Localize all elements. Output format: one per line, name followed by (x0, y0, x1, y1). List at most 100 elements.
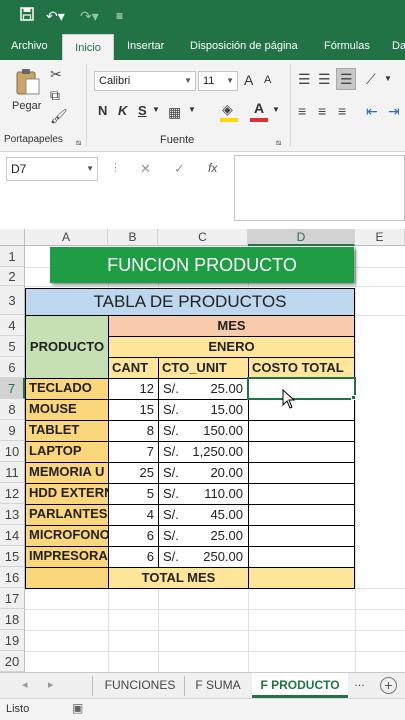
cell-costo-total[interactable] (248, 546, 355, 568)
cell-cant[interactable]: 25 (108, 462, 159, 484)
worksheet-grid[interactable]: A B C D E 1 2 3 4 5 6 7 8 9 10 11 12 13 … (0, 229, 405, 672)
cell-cant[interactable]: 7 (108, 441, 159, 463)
tab-inicio[interactable]: Inicio (62, 34, 114, 60)
cell-cant[interactable]: 6 (108, 546, 159, 568)
tab-formulas[interactable]: Fórmulas (324, 32, 370, 60)
header-cant[interactable]: CANT (108, 357, 159, 379)
cell-cant[interactable]: 4 (108, 504, 159, 526)
format-painter-icon[interactable]: 🖌 (50, 107, 68, 125)
banner-shape[interactable]: FUNCION PRODUCTO (50, 247, 354, 283)
row-header[interactable]: 7 (0, 378, 25, 399)
cell-cant[interactable]: 5 (108, 483, 159, 505)
fill-color-button[interactable]: ◈ (220, 100, 238, 124)
cell-costo-total[interactable] (248, 504, 355, 526)
select-all-corner[interactable] (0, 229, 25, 246)
row-header[interactable]: 15 (0, 546, 25, 567)
copy-icon[interactable]: ⧉ (50, 86, 60, 104)
total-row-product-cell[interactable] (25, 567, 109, 589)
total-mes-label[interactable]: TOTAL MES (108, 567, 249, 589)
bold-button[interactable]: N (98, 103, 107, 118)
selected-cell-d7[interactable] (247, 377, 356, 400)
row-header[interactable]: 13 (0, 504, 25, 525)
row-header[interactable]: 11 (0, 462, 25, 483)
align-bottom-button[interactable]: ☰ (336, 68, 356, 90)
cell-producto[interactable]: MOUSE (25, 399, 109, 421)
font-name-select[interactable]: Calibri ▼ (94, 71, 196, 91)
shrink-font-button[interactable]: A (264, 74, 271, 86)
cell-costo-total[interactable] (248, 399, 355, 421)
cell-cto-unit[interactable]: S/. 250.00 (158, 546, 249, 568)
cell-cto-unit[interactable]: S/. 25.00 (158, 525, 249, 547)
cell-cto-unit[interactable]: S/. 15.00 (158, 399, 249, 421)
macro-record-icon[interactable]: ▣ (72, 701, 83, 715)
font-size-select[interactable]: 11 ▼ (198, 71, 238, 91)
row-header[interactable]: 17 (0, 588, 25, 609)
column-header-b[interactable]: B (108, 229, 158, 246)
cell-costo-total[interactable] (248, 441, 355, 463)
cell-costo-total[interactable] (248, 462, 355, 484)
chevron-down-icon[interactable]: ▼ (188, 105, 196, 114)
align-left-icon[interactable]: ≡ (298, 102, 306, 120)
header-producto[interactable]: PRODUCTO (25, 315, 109, 379)
row-header[interactable]: 12 (0, 483, 25, 504)
row-header[interactable]: 6 (0, 357, 25, 378)
redo-icon[interactable]: ↷▾ (80, 6, 99, 26)
cell-cto-unit[interactable]: S/. 45.00 (158, 504, 249, 526)
cell-producto[interactable]: HDD EXTERN (25, 483, 109, 505)
underline-button[interactable]: S (138, 103, 147, 118)
cell-producto[interactable]: LAPTOP (25, 441, 109, 463)
align-middle-icon[interactable]: ☰ (318, 70, 331, 88)
row-header[interactable]: 1 (0, 246, 25, 267)
chevron-down-icon[interactable]: ▼ (152, 105, 160, 114)
customize-icon[interactable]: ≡ (116, 6, 123, 26)
cancel-icon[interactable]: ✕ (140, 161, 151, 177)
row-header[interactable]: 14 (0, 525, 25, 546)
borders-icon[interactable]: ▦ (168, 103, 181, 121)
cell-producto[interactable]: IMPRESORA (25, 546, 109, 568)
row-header[interactable]: 5 (0, 336, 25, 357)
row-header[interactable]: 19 (0, 630, 25, 651)
orientation-icon[interactable]: ⟋ (366, 70, 376, 88)
cell-cto-unit[interactable]: S/. 110.00 (158, 483, 249, 505)
align-center-icon[interactable]: ≡ (318, 102, 326, 120)
header-enero[interactable]: ENERO (108, 336, 355, 358)
scroll-left-icon[interactable]: ◂ (22, 678, 28, 691)
paste-button[interactable]: Pegar (10, 66, 44, 116)
cell-cant[interactable]: 15 (108, 399, 159, 421)
italic-button[interactable]: K (118, 103, 127, 118)
insert-function-icon[interactable]: fx (208, 161, 217, 175)
tab-overflow-icon[interactable]: … (354, 677, 365, 689)
row-header[interactable]: 16 (0, 567, 25, 588)
cell-producto[interactable]: MICROFONO (25, 525, 109, 547)
save-icon[interactable] (20, 6, 34, 26)
table-title[interactable]: TABLA DE PRODUCTOS (25, 288, 355, 316)
cell-producto[interactable]: MEMORIA U (25, 462, 109, 484)
increase-indent-icon[interactable]: ⇥ (388, 102, 400, 120)
tab-insertar[interactable]: Insertar (127, 32, 164, 60)
cell-costo-total[interactable] (248, 483, 355, 505)
cell-costo-total[interactable] (248, 420, 355, 442)
align-right-icon[interactable]: ≡ (338, 102, 346, 120)
cell-producto[interactable]: TABLET (25, 420, 109, 442)
align-top-icon[interactable]: ☰ (298, 70, 311, 88)
formula-input[interactable] (234, 155, 405, 221)
column-header-d[interactable]: D (248, 229, 355, 246)
cell-cto-unit[interactable]: S/. 150.00 (158, 420, 249, 442)
grow-font-button[interactable]: A (244, 72, 253, 88)
add-sheet-button[interactable]: + (380, 677, 397, 694)
header-cto-unit[interactable]: CTO_UNIT (158, 357, 249, 379)
sheet-tab-f-suma[interactable]: F SUMA (186, 673, 250, 698)
font-color-button[interactable]: A (250, 100, 268, 124)
cell-cant[interactable]: 8 (108, 420, 159, 442)
header-costo-total[interactable]: COSTO TOTAL (248, 357, 355, 379)
font-launcher-icon[interactable]: ⧅ (276, 134, 281, 152)
row-header[interactable]: 20 (0, 651, 25, 672)
tab-disposicion[interactable]: Disposición de página (190, 32, 298, 60)
name-box[interactable]: D7 ▼ (6, 157, 98, 181)
cell-cant[interactable]: 6 (108, 525, 159, 547)
column-header-a[interactable]: A (25, 229, 108, 246)
cut-icon[interactable]: ✂ (50, 65, 62, 83)
tab-datos[interactable]: Da (392, 32, 405, 60)
tab-archivo[interactable]: Archivo (11, 32, 48, 60)
cell-cto-unit[interactable]: S/. 25.00 (158, 378, 249, 400)
